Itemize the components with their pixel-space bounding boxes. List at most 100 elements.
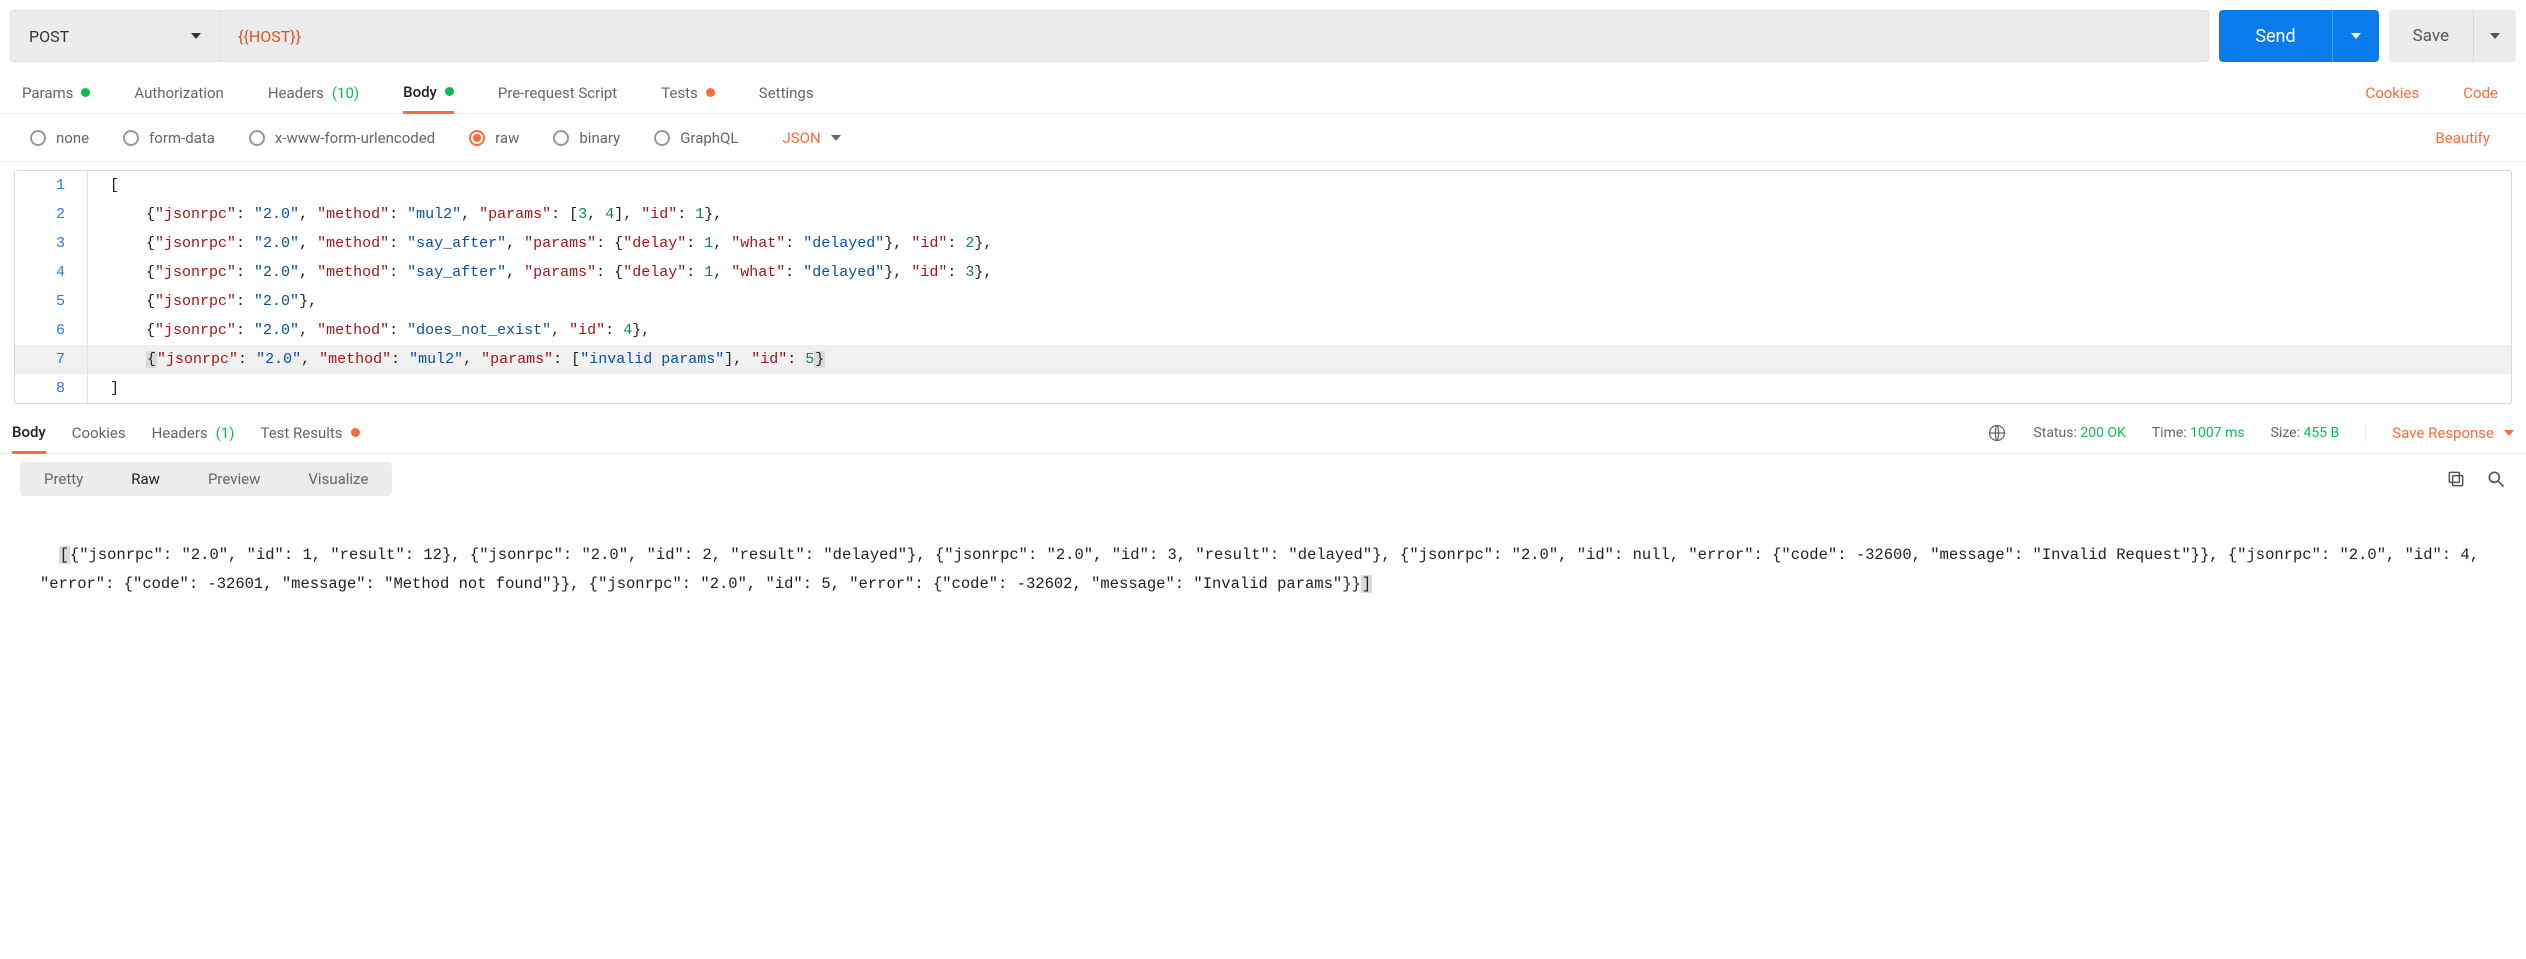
line-number: 2 [15,200,87,229]
url-variable: {{HOST}} [238,27,301,46]
line-number: 4 [15,258,87,287]
body-type-xwww[interactable]: x-www-form-urlencoded [249,129,435,147]
body-type-binary[interactable]: binary [553,129,620,147]
save-response-label: Save Response [2392,424,2494,442]
url-input[interactable]: {{HOST}} [220,10,2209,62]
editor-line[interactable]: 7 {"jsonrpc": "2.0", "method": "mul2", "… [15,345,2511,374]
radio-icon [553,130,569,146]
send-button[interactable]: Send [2219,10,2378,62]
response-meta: Status: 200 OK Time: 1007 ms Size: 455 B… [1987,423,2514,443]
tab-tests-label: Tests [661,84,698,102]
response-view-row: Pretty Raw Preview Visualize [0,454,2526,504]
send-dropdown[interactable] [2332,10,2379,62]
resp-tab-test-results[interactable]: Test Results [260,412,359,453]
http-method-select[interactable]: POST [10,10,220,62]
resp-tab-headers-label: Headers [152,424,208,442]
tab-body[interactable]: Body [403,73,454,114]
save-button[interactable]: Save [2389,10,2516,62]
radio-icon [249,130,265,146]
body-type-raw-label: raw [495,129,519,147]
copy-icon[interactable] [2446,469,2466,489]
editor-line[interactable]: 5 {"jsonrpc": "2.0"}, [15,287,2511,316]
line-content: {"jsonrpc": "2.0", "method": "say_after"… [87,258,2511,287]
resp-tab-body-label: Body [12,423,46,441]
response-view-tabs: Pretty Raw Preview Visualize [20,462,392,496]
line-number: 7 [15,345,87,374]
radio-icon [30,130,46,146]
body-type-graphql-label: GraphQL [680,129,738,147]
body-type-none-label: none [56,129,89,147]
tab-tests[interactable]: Tests [661,72,715,113]
save-response-button[interactable]: Save Response [2365,424,2514,442]
resp-tab-cookies-label: Cookies [72,424,126,442]
line-content: {"jsonrpc": "2.0", "method": "does_not_e… [87,316,2511,345]
line-content: ] [87,374,2511,403]
url-bar: POST {{HOST}} Send Save [0,0,2526,72]
code-link[interactable]: Code [2463,84,2498,102]
body-type-form-data[interactable]: form-data [123,129,215,147]
body-type-row: none form-data x-www-form-urlencoded raw… [0,114,2526,162]
response-raw-body[interactable]: [{"jsonrpc": "2.0", "id": 1, "result": 1… [0,504,2526,615]
tab-settings-label: Settings [759,84,814,102]
radio-icon [123,130,139,146]
save-button-label: Save [2389,10,2473,62]
tab-headers[interactable]: Headers (10) [268,72,359,113]
request-body-editor[interactable]: 1[2 {"jsonrpc": "2.0", "method": "mul2",… [14,170,2512,404]
save-dropdown[interactable] [2473,10,2516,62]
tab-headers-count: (10) [332,84,359,102]
line-content: {"jsonrpc": "2.0"}, [87,287,2511,316]
status-dot-icon [351,428,360,437]
http-method-value: POST [29,27,69,46]
tab-prerequest[interactable]: Pre-request Script [498,72,617,113]
status-label: Status: 200 OK [2033,425,2125,441]
resp-tab-headers[interactable]: Headers (1) [152,412,235,453]
globe-icon[interactable] [1987,423,2007,443]
tab-params[interactable]: Params [22,72,90,113]
body-type-raw[interactable]: raw [469,129,519,147]
body-type-none[interactable]: none [30,129,89,147]
editor-line[interactable]: 4 {"jsonrpc": "2.0", "method": "say_afte… [15,258,2511,287]
editor-line[interactable]: 8] [15,374,2511,403]
view-tab-raw[interactable]: Raw [107,462,184,496]
resp-tab-headers-count: (1) [216,424,235,442]
tab-params-label: Params [22,84,73,102]
line-content: {"jsonrpc": "2.0", "method": "mul2", "pa… [87,345,2511,374]
body-type-graphql[interactable]: GraphQL [654,129,738,147]
tab-authorization[interactable]: Authorization [134,72,223,113]
radio-icon [469,130,485,146]
editor-line[interactable]: 6 {"jsonrpc": "2.0", "method": "does_not… [15,316,2511,345]
line-number: 6 [15,316,87,345]
line-number: 8 [15,374,87,403]
cookies-link[interactable]: Cookies [2365,84,2419,102]
response-tabs: Body Cookies Headers (1) Test Results St… [0,412,2526,454]
status-dot-icon [445,87,454,96]
line-content: [ [87,171,2511,200]
body-type-binary-label: binary [579,129,620,147]
body-language-select[interactable]: JSON [782,129,840,147]
search-icon[interactable] [2486,469,2506,489]
editor-line[interactable]: 1[ [15,171,2511,200]
view-tab-visualize[interactable]: Visualize [284,462,392,496]
radio-icon [654,130,670,146]
resp-tab-body[interactable]: Body [12,413,46,454]
beautify-button[interactable]: Beautify [2435,129,2490,147]
line-number: 5 [15,287,87,316]
view-tab-preview[interactable]: Preview [184,462,284,496]
view-tab-pretty[interactable]: Pretty [20,462,107,496]
tab-body-label: Body [403,83,437,101]
editor-line[interactable]: 2 {"jsonrpc": "2.0", "method": "mul2", "… [15,200,2511,229]
line-content: {"jsonrpc": "2.0", "method": "say_after"… [87,229,2511,258]
resp-tab-cookies[interactable]: Cookies [72,412,126,453]
resp-tab-test-results-label: Test Results [260,424,342,442]
chevron-down-icon [2351,33,2361,39]
request-tabs: Params Authorization Headers (10) Body P… [0,72,2526,114]
tab-settings[interactable]: Settings [759,72,814,113]
editor-line[interactable]: 3 {"jsonrpc": "2.0", "method": "say_afte… [15,229,2511,258]
chevron-down-icon [831,135,841,141]
body-language-label: JSON [782,129,820,147]
tab-headers-label: Headers [268,84,324,102]
body-type-xwww-label: x-www-form-urlencoded [275,129,435,147]
tab-authorization-label: Authorization [134,84,223,102]
line-number: 3 [15,229,87,258]
line-content: {"jsonrpc": "2.0", "method": "mul2", "pa… [87,200,2511,229]
